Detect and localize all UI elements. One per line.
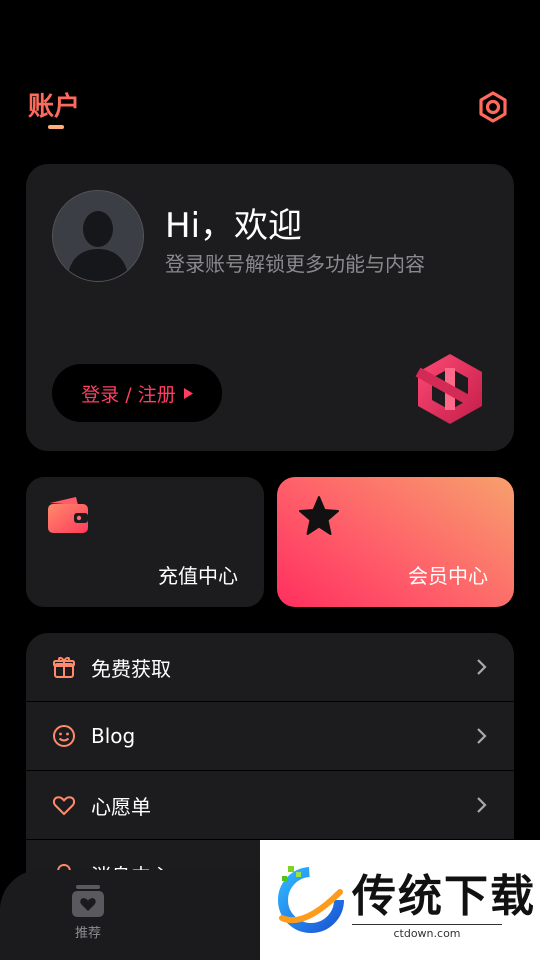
- page-title: 账户: [28, 92, 81, 122]
- vip-center-label: 会员中心: [408, 564, 488, 588]
- login-register-button[interactable]: 登录 / 注册: [52, 364, 222, 422]
- nav-label: 推荐: [74, 926, 101, 941]
- smile-icon: [52, 724, 76, 748]
- login-hint-text: 登录账号解锁更多功能与内容: [165, 252, 425, 276]
- brand-logo: [412, 346, 486, 426]
- menu-item-free-get[interactable]: 免费获取: [26, 633, 514, 702]
- recharge-center-label: 充值中心: [158, 564, 238, 588]
- wallet-icon: [46, 495, 90, 539]
- greeting-text: Hi，欢迎: [165, 206, 303, 246]
- gift-icon: [52, 655, 76, 679]
- login-register-label: 登录 / 注册: [81, 383, 176, 406]
- menu-item-label: 免费获取: [91, 656, 171, 681]
- watermark-logo: 传统下载 ctdown.com: [260, 840, 540, 960]
- nav-item-recommend[interactable]: 推荐: [70, 884, 106, 941]
- default-avatar-icon: [53, 191, 143, 281]
- recharge-center-card[interactable]: 充值中心: [26, 477, 264, 607]
- vip-center-card[interactable]: 会员中心: [277, 477, 514, 607]
- recommend-icon: [72, 885, 104, 917]
- chevron-right-icon: [477, 797, 487, 813]
- menu-item-label: 心愿单: [91, 794, 151, 819]
- watermark-url: ctdown.com: [352, 924, 502, 940]
- settings-button[interactable]: [474, 88, 512, 126]
- star-icon: [297, 495, 341, 541]
- menu-item-label: Blog: [91, 724, 136, 748]
- menu-item-blog[interactable]: Blog: [26, 702, 514, 771]
- chevron-right-icon: [477, 659, 487, 675]
- avatar[interactable]: [52, 190, 144, 282]
- chevron-right-icon: [477, 728, 487, 744]
- brand-logo-icon: [415, 354, 482, 424]
- play-arrow-icon: [183, 387, 193, 399]
- watermark-emblem-icon: [278, 866, 344, 933]
- menu-item-wishlist[interactable]: 心愿单: [26, 771, 514, 840]
- settings-icon: [479, 91, 507, 123]
- title-indicator: [48, 125, 64, 129]
- watermark-name: 传统下载: [352, 871, 536, 922]
- heart-icon: [52, 793, 76, 817]
